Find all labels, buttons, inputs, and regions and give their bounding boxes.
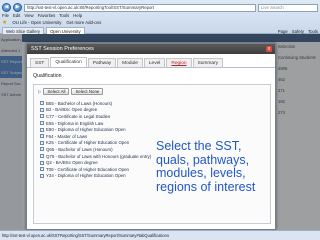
- tab-region[interactable]: Region: [166, 58, 192, 67]
- menu-item-edit[interactable]: Edit: [13, 13, 20, 18]
- qualification-label: T09 - Certificate of Higher Education Op…: [46, 166, 129, 172]
- tab-sst[interactable]: SST: [30, 58, 50, 67]
- qualification-label: K25 - Certificate of Higher Education Op…: [46, 140, 130, 146]
- section-label: Qualification: [33, 73, 62, 79]
- address-row: ◀ ▶ http://sst-test-vl.open.ac.uk:80/Rep…: [2, 3, 318, 12]
- annotation-line: Select the SST,: [156, 139, 242, 153]
- qualification-label: C77 - Certificate in Legal Studies: [46, 113, 111, 119]
- qualification-label: Y34 - Diploma of Higher Education Open: [46, 173, 126, 179]
- checkbox[interactable]: [40, 101, 44, 106]
- qualification-label: Q75 - Bachelor of Laws with Honours (gra…: [46, 153, 152, 159]
- expand-icon[interactable]: ▷: [38, 89, 41, 95]
- checkbox[interactable]: [40, 134, 44, 139]
- qualification-label: Q2 - BA/BSc Open degree: [46, 160, 98, 166]
- search-input[interactable]: Live Search: [258, 3, 318, 12]
- address-bar[interactable]: http://sst-test-vl.open.ac.uk:80/Reporti…: [24, 3, 256, 12]
- browser-tab-active[interactable]: Open University: [46, 27, 85, 34]
- menu-item-file[interactable]: File: [2, 13, 9, 18]
- menu-item-tools[interactable]: Tools: [59, 13, 69, 18]
- menu-item-help[interactable]: Help: [73, 13, 82, 18]
- dialog-title: SST Session Preferences: [31, 46, 94, 52]
- checkbox[interactable]: [40, 140, 44, 145]
- checkbox[interactable]: [40, 147, 44, 152]
- favorite-link[interactable]: Get more Add-ons: [66, 20, 101, 25]
- annotation-line: modules, levels,: [156, 166, 246, 180]
- checkbox[interactable]: [40, 160, 44, 165]
- qualification-label: E55 - Diploma in English Law: [46, 120, 104, 126]
- checkbox[interactable]: [40, 154, 44, 159]
- annotation-line: quals, pathways,: [156, 152, 250, 167]
- selection-toolbar: ▷ Select All Select None: [34, 85, 270, 98]
- menu-bar: File Edit View Favorites Tools Help: [2, 13, 82, 18]
- qualification-label: E80 - Diploma of Higher Education Open: [46, 127, 126, 133]
- dialog-tabs: SST Qualification Pathway Module Level R…: [27, 57, 275, 68]
- menu-item-view[interactable]: View: [24, 13, 33, 18]
- list-item[interactable]: C77 - Certificate in Legal Studies: [40, 113, 270, 120]
- select-all-button[interactable]: Select All: [43, 88, 70, 95]
- session-preferences-dialog: SST Session Preferences x SST Qualificat…: [26, 43, 276, 230]
- checkbox[interactable]: [40, 114, 44, 119]
- select-none-button[interactable]: Select None: [71, 88, 104, 95]
- list-item[interactable]: B2 - BA/BSc Open degree: [40, 107, 270, 114]
- dialog-header: SST Session Preferences x: [27, 44, 275, 54]
- forward-icon[interactable]: ▶: [13, 3, 22, 12]
- favorites-bar: ★ OU Life - Open University Get more Add…: [2, 19, 318, 26]
- back-icon[interactable]: ◀: [2, 3, 11, 12]
- checkbox[interactable]: [40, 173, 44, 178]
- qualification-label: F64 - Master of Laws: [46, 133, 88, 139]
- checkbox[interactable]: [40, 167, 44, 172]
- status-bar: http://sst-test-vl.open.ac.uk/SSTReporti…: [0, 230, 320, 240]
- favorite-link[interactable]: OU Life - Open University: [12, 20, 61, 25]
- annotation-line: regions of interest: [156, 179, 256, 194]
- checkbox[interactable]: [40, 127, 44, 132]
- tab-level[interactable]: Level: [143, 58, 166, 67]
- tab-qualification[interactable]: Qualification: [50, 57, 87, 67]
- menu-item-favorites[interactable]: Favorites: [38, 13, 56, 18]
- checkbox[interactable]: [40, 107, 44, 112]
- checkbox[interactable]: [40, 121, 44, 126]
- tab-module[interactable]: Module: [117, 58, 143, 67]
- star-icon[interactable]: ★: [2, 19, 7, 26]
- list-item[interactable]: E55 - Diploma in English Law: [40, 120, 270, 127]
- qualification-label: Q65 - Bachelor of Laws (Honours): [46, 146, 113, 152]
- qualification-label: B2 - BA/BSc Open degree: [46, 107, 98, 113]
- list-item[interactable]: B55 - Bachelor of Laws (Honours): [40, 100, 270, 107]
- browser-chrome: ◀ ▶ http://sst-test-vl.open.ac.uk:80/Rep…: [0, 0, 320, 34]
- close-icon[interactable]: x: [266, 46, 272, 52]
- browser-tab[interactable]: Web Slice Gallery: [2, 27, 45, 34]
- tab-pathway[interactable]: Pathway: [87, 58, 117, 67]
- annotation-text: Select the SST, quals, pathways, modules…: [156, 139, 276, 194]
- list-item[interactable]: E80 - Diploma of Higher Education Open: [40, 126, 270, 133]
- browser-tab-row: Web Slice Gallery Open University Page S…: [2, 27, 318, 34]
- qualification-label: B55 - Bachelor of Laws (Honours): [46, 100, 113, 106]
- tab-summary[interactable]: Summary: [192, 58, 224, 67]
